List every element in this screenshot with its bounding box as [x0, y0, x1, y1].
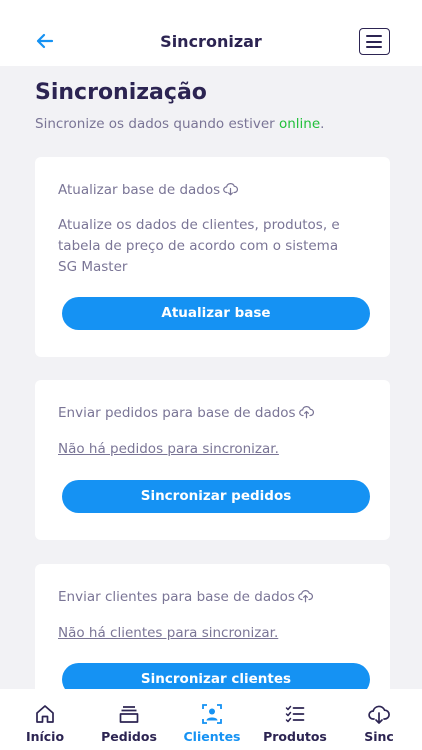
nav-item-sinc[interactable]: Sinc: [362, 689, 396, 750]
page-subtitle: Sincronize os dados quando estiver onlin…: [35, 116, 324, 132]
products-list-icon: [285, 705, 305, 723]
nav-item-inicio[interactable]: Início: [22, 689, 68, 750]
card-title: Enviar clientes para base de dados: [58, 589, 295, 605]
update-database-card: Atualizar base de dados Atualize os dado…: [35, 157, 390, 357]
card-title: Enviar pedidos para base de dados: [58, 405, 296, 421]
page-title: Sincronização: [35, 80, 207, 105]
card-title: Atualizar base de dados: [58, 182, 221, 198]
card-title-row: Enviar clientes para base de dados: [58, 589, 313, 605]
cloud-download-icon: [223, 183, 239, 196]
send-orders-card: Enviar pedidos para base de dados Não há…: [35, 380, 390, 540]
update-base-button[interactable]: Atualizar base: [62, 297, 370, 330]
nav-label: Clientes: [183, 729, 241, 744]
nav-label: Pedidos: [101, 729, 157, 744]
nav-item-produtos[interactable]: Produtos: [263, 689, 327, 750]
home-icon: [36, 705, 54, 723]
no-orders-message[interactable]: Não há pedidos para sincronizar.: [58, 441, 279, 457]
card-title-row: Atualizar base de dados: [58, 182, 239, 198]
card-description: Atualize os dados de clientes, produtos,…: [58, 217, 340, 275]
no-clients-message[interactable]: Não há clientes para sincronizar.: [58, 625, 278, 641]
sync-orders-button[interactable]: Sincronizar pedidos: [62, 480, 370, 513]
nav-label: Produtos: [263, 729, 327, 744]
nav-item-clientes[interactable]: Clientes: [181, 689, 243, 750]
orders-icon: [119, 706, 139, 723]
subtitle-end: .: [320, 116, 325, 132]
cloud-sync-icon: [368, 705, 390, 724]
subtitle-text: Sincronize os dados quando estiver: [35, 116, 279, 132]
nav-label: Início: [25, 729, 65, 744]
nav-item-pedidos[interactable]: Pedidos: [99, 689, 159, 750]
cloud-upload-icon: [298, 590, 313, 603]
cloud-upload-icon: [298, 406, 314, 419]
menu-button[interactable]: [359, 28, 390, 55]
top-app-bar: Sincronizar: [0, 0, 422, 66]
nav-label: Sinc: [364, 729, 394, 744]
clients-icon: [202, 704, 222, 724]
online-status: online: [278, 116, 321, 132]
bottom-navigation: Início Pedidos Clientes Produtos Sinc: [0, 689, 422, 750]
card-title-row: Enviar pedidos para base de dados: [58, 405, 314, 421]
